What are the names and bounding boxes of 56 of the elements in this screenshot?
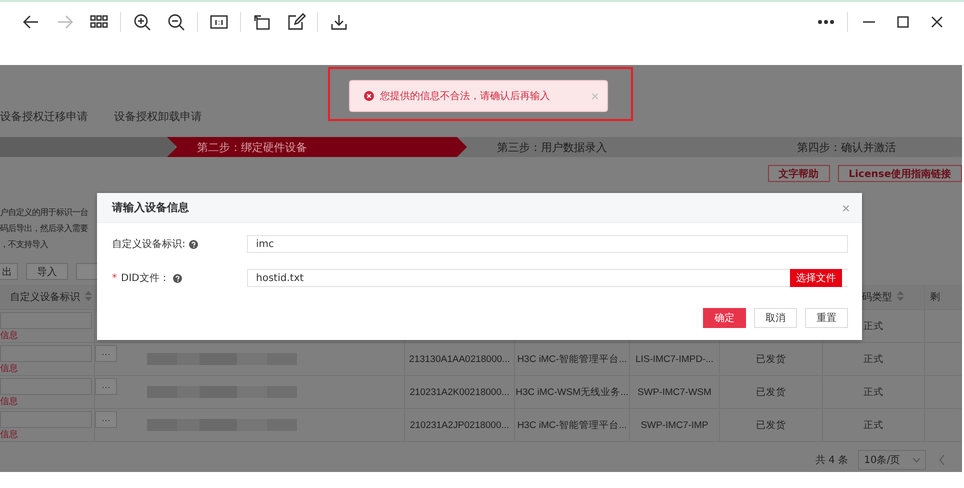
input-field[interactable]: hostid.txt 选择文件 <box>247 269 848 287</box>
table-cell: 已发货 <box>756 386 786 398</box>
table-cell: 213130A1AA0218000... <box>409 354 510 364</box>
instruction-text: ，不支持导入 <box>0 238 48 251</box>
dialog-button[interactable]: 确定 <box>703 308 746 328</box>
table-cell: 210231A2JP0218000... <box>410 420 510 430</box>
table-cell: SWP-IMC7-IMP <box>640 420 708 430</box>
table-cell: 正式 <box>864 418 884 432</box>
error-text: 信息 <box>0 396 18 407</box>
total-count: 共 4 条 <box>815 454 848 467</box>
wizard-step: 第二步：绑定硬件设备 <box>167 137 467 157</box>
instruction-text: 码后导出，然后录入需要 <box>0 222 88 235</box>
table-cell: 已发货 <box>756 418 786 432</box>
tab[interactable]: 设备授权卸载申请 <box>114 109 202 129</box>
table-cell: 正式 <box>864 386 884 398</box>
dialog-title: 请输入设备信息 <box>112 200 189 215</box>
error-text: 信息 <box>0 363 18 374</box>
help-icon[interactable] <box>173 274 182 282</box>
table-cell: 210231A2K00218000... <box>410 386 510 398</box>
action-button[interactable]: 导入 <box>26 263 68 280</box>
table-cell: H3C iMC-WSM无线业务... <box>516 386 628 398</box>
table-cell: 正式 <box>864 320 884 332</box>
error-text: 信息 <box>0 330 18 341</box>
more-button[interactable]: ··· <box>95 378 117 395</box>
table-cell: H3C iMC-智能管理平台... <box>517 352 627 366</box>
help-button[interactable]: 文字帮助 <box>768 165 830 182</box>
page-size-select[interactable]: 10条/页 <box>858 450 926 470</box>
required-marker: * <box>112 272 117 284</box>
table-cell: 已发货 <box>756 352 786 366</box>
field-label: 自定义设备标识: <box>112 238 186 251</box>
help-icon[interactable] <box>189 240 198 248</box>
error-message: 您提供的信息不合法，请确认后再输入 <box>380 90 551 103</box>
tab[interactable]: 设备授权迁移申请 <box>0 109 88 129</box>
wizard-step: 第四步：确认并激活 <box>767 137 962 157</box>
field-label: DID文件： <box>121 272 170 285</box>
more-button[interactable]: ··· <box>95 411 117 428</box>
close-button[interactable]: × <box>842 200 850 216</box>
table-cell: SWP-IMC7-WSM <box>638 386 712 398</box>
action-button[interactable]: 出 <box>0 263 18 280</box>
instruction-text: 户自定义的用于标识一台 <box>0 206 88 219</box>
table-cell: H3C iMC-智能管理平台... <box>517 418 627 432</box>
error-icon <box>364 91 374 101</box>
dialog-button[interactable]: 取消 <box>754 308 797 328</box>
caret-icon <box>913 458 920 462</box>
input-field[interactable]: imc <box>247 235 848 253</box>
choose-file-button[interactable]: 选择文件 <box>790 269 842 287</box>
table-cell: LIS-IMC7-IMPD-... <box>635 354 714 364</box>
table-cell: 正式 <box>864 352 884 366</box>
more-button[interactable]: ··· <box>95 345 117 362</box>
error-text: 信息 <box>0 429 18 440</box>
wizard-step: 第三步：用户数据录入 <box>467 137 767 157</box>
column-header: 自定义设备标识 <box>10 290 80 304</box>
help-button[interactable]: License使用指南链接 <box>838 165 962 182</box>
column-header: 剩 <box>930 291 940 304</box>
column-header: 码类型 <box>862 290 892 304</box>
dialog-button[interactable]: 重置 <box>805 308 848 328</box>
